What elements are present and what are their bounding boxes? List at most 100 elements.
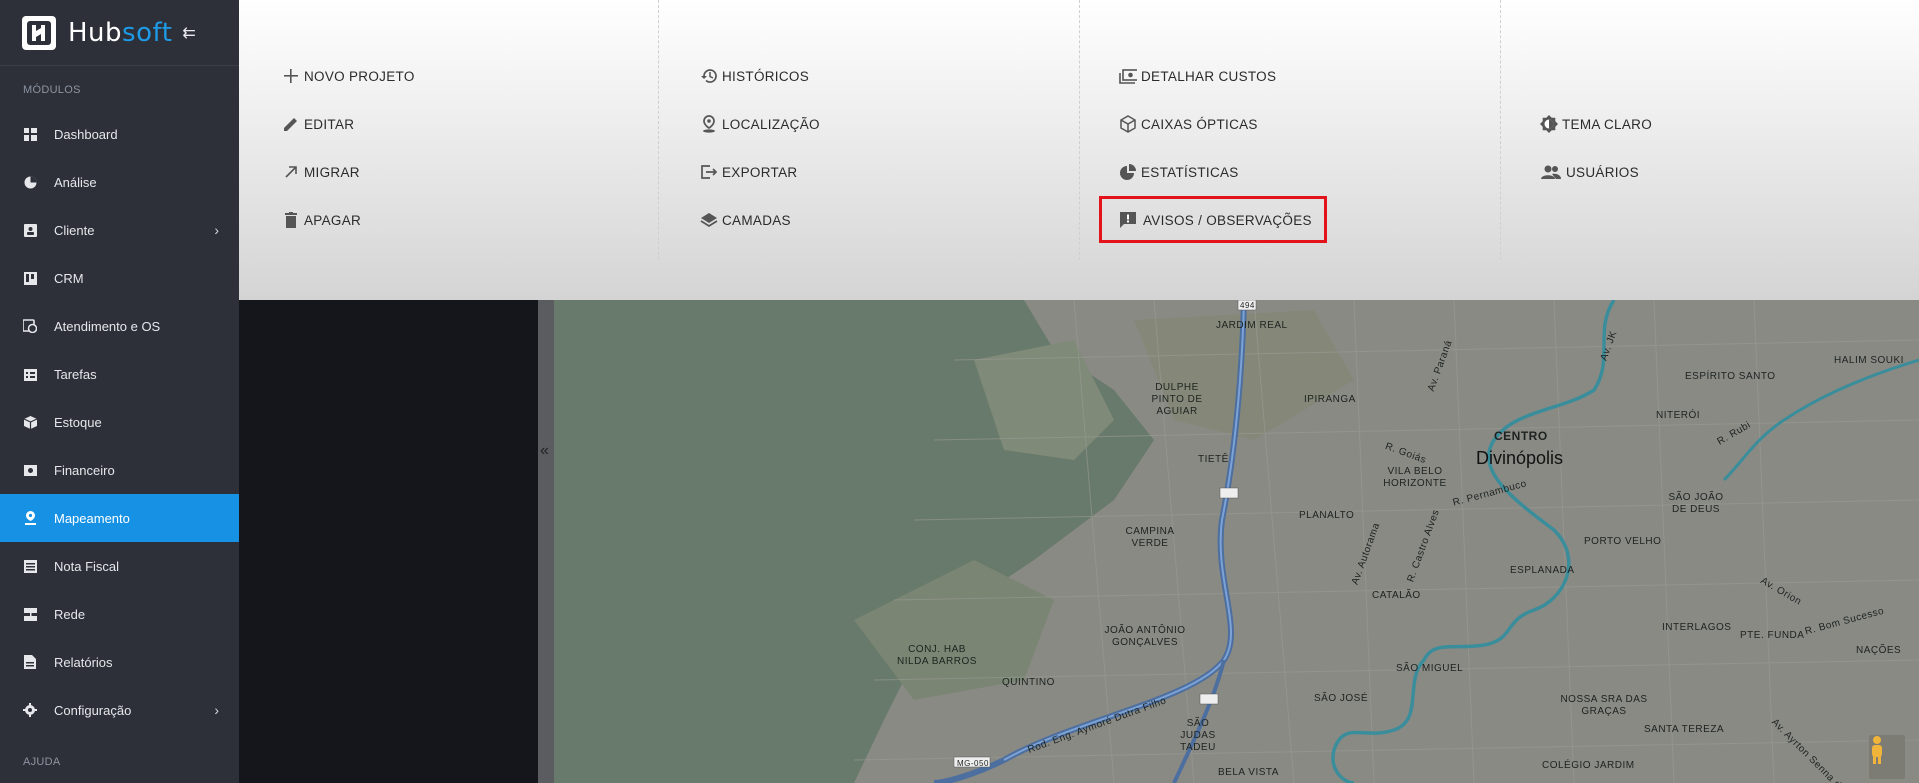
menu-item-label: EDITAR [304,116,355,132]
menu-caixas-opticas[interactable]: CAIXAS ÓPTICAS [1119,115,1258,133]
layers-icon [700,211,718,229]
highlight-box [1099,196,1327,243]
sidebar-item-relatorios[interactable]: Relatórios [0,638,239,686]
sidebar-item-atendimento[interactable]: Atendimento e OS [0,302,239,350]
map-label: NAÇÕES [1856,645,1902,656]
menu-item-label: TEMA CLARO [1562,116,1653,132]
panel-collapse-handle[interactable]: « [538,300,554,783]
map-label: CAMPINA VERDE [1125,526,1175,549]
sidebar-item-nota-fiscal[interactable]: Nota Fiscal [0,542,239,590]
board-icon [23,271,37,285]
sidebar-item-financeiro[interactable]: Financeiro [0,446,239,494]
sidebar-item-crm[interactable]: CRM [0,254,239,302]
report-icon [23,655,37,669]
brand-name-soft: soft [122,17,173,48]
menu-item-label: NOVO PROJETO [304,68,415,84]
map-road-shield: 494 [1240,301,1255,310]
map-label: PLANALTO [1299,510,1355,521]
brand: Hubsoft ⇇ [0,0,239,66]
map-label: VILA BELO HORIZONTE [1383,466,1447,489]
column-divider [658,0,659,260]
sidebar-item-label: Nota Fiscal [54,558,120,574]
street-view-pegman-icon[interactable] [1869,735,1905,779]
column-divider [1500,0,1501,260]
cube-icon [1119,115,1137,133]
map-label: SÃO MIGUEL [1396,663,1464,674]
map-pin-icon [23,511,37,525]
map-city-label: Divinópolis [1476,448,1564,468]
menu-item-label: EXPORTAR [722,164,798,180]
menu-historicos[interactable]: HISTÓRICOS [700,67,809,85]
tasks-icon [23,367,37,381]
location-icon [700,115,718,133]
dashboard-icon [23,127,37,141]
menu-migrar[interactable]: MIGRAR [282,163,360,181]
menu-apagar[interactable]: APAGAR [282,211,361,229]
export-icon [700,163,718,181]
sidebar-item-mapeamento[interactable]: Mapeamento [0,494,239,542]
map-label: CONJ. HAB NILDA BARROS [897,644,977,667]
menu-detalhar-custos[interactable]: DETALHAR CUSTOS [1119,67,1276,85]
map-label: JOÃO ANTÔNIO GONÇALVES [1104,625,1186,648]
sidebar-item-analise[interactable]: Análise [0,158,239,206]
sidebar-item-label: Rede [54,606,86,622]
menu-collapse-icon[interactable]: ⇇ [182,23,195,43]
sidebar-item-label: Atendimento e OS [54,318,161,334]
sidebar-item-configuracao[interactable]: Configuração › [0,686,239,734]
chevron-right-icon: › [214,702,219,718]
sidebar-item-tarefas[interactable]: Tarefas [0,350,239,398]
pie-chart-icon [1119,163,1137,181]
gear-icon [23,703,37,717]
map-view[interactable]: JARDIM REAL DULPHE PINTO DE AGUIAR IPIRA… [554,300,1919,783]
menu-item-label: DETALHAR CUSTOS [1141,68,1277,84]
menu-item-label: CAMADAS [722,212,791,228]
section-label-help: AJUDA [23,756,61,768]
map-label: SÃO JUDAS TADEU [1180,718,1216,753]
box-icon [23,415,37,429]
sidebar-item-cliente[interactable]: Cliente › [0,206,239,254]
side-panel [239,300,539,783]
menu-tema-claro[interactable]: TEMA CLARO [1540,115,1652,133]
menu-editar[interactable]: EDITAR [282,115,354,133]
contact-icon [23,223,37,237]
map-label: NITERÓI [1656,410,1701,421]
section-label-modules: MÓDULOS [23,84,81,96]
pencil-icon [282,115,300,133]
menu-estatisticas[interactable]: ESTATÍSTICAS [1119,163,1239,181]
menu-localizacao[interactable]: LOCALIZAÇÃO [700,115,820,133]
sidebar-item-label: Relatórios [54,654,113,670]
sidebar-item-estoque[interactable]: Estoque [0,398,239,446]
map-label: SÃO JOÃO DE DEUS [1668,492,1724,515]
menu-novo-projeto[interactable]: NOVO PROJETO [282,67,415,85]
map-label: DULPHE PINTO DE AGUIAR [1151,382,1203,417]
menu-camadas[interactable]: CAMADAS [700,211,791,229]
column-divider [1079,0,1080,260]
menu-usuarios[interactable]: USUÁRIOS [1540,163,1639,181]
sidebar-item-dashboard[interactable]: Dashboard [0,110,239,158]
menu-item-label: LOCALIZAÇÃO [722,116,820,132]
plus-icon [282,67,300,85]
map-label: CATALÃO [1372,590,1421,601]
calendar-clock-icon [23,319,37,333]
cash-icon [1119,67,1137,85]
sidebar-item-rede[interactable]: Rede [0,590,239,638]
map-label: BELA VISTA [1218,767,1279,778]
menu-exportar[interactable]: EXPORTAR [700,163,797,181]
map-label: INTERLAGOS [1662,622,1732,633]
sidebar-item-label: Estoque [54,414,102,430]
history-icon [700,67,718,85]
server-icon [23,607,37,621]
menu-item-label: HISTÓRICOS [722,68,810,84]
map-road-shield: MG-050 [957,759,989,768]
map-label: PORTO VELHO [1584,536,1662,547]
chevron-right-icon: › [214,222,219,238]
map-label: CENTRO [1494,429,1548,443]
sidebar-item-label: Tarefas [54,366,97,382]
hubsoft-logo-icon[interactable] [22,15,56,50]
map-label: TIETÊ [1198,454,1229,465]
map-label: ESPÍRITO SANTO [1685,371,1776,382]
map-label: SÃO JOSÉ [1314,693,1369,704]
users-icon [1540,163,1562,181]
sidebar-item-label: Mapeamento [54,510,130,526]
map-label: ESPLANADA [1510,565,1575,576]
